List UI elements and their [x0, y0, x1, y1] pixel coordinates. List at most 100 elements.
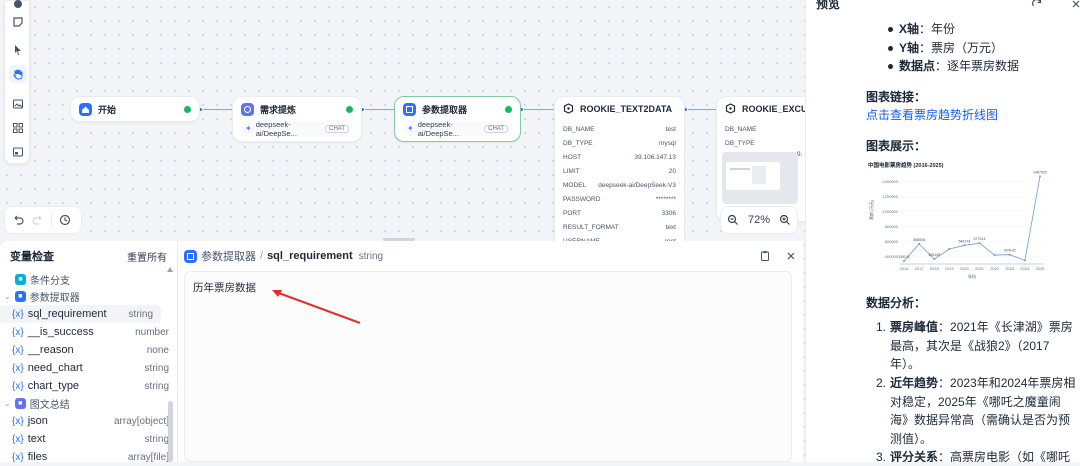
circle-icon[interactable]: [9, 0, 27, 13]
data-point: [948, 247, 951, 250]
param-value: test: [665, 125, 676, 133]
variable-item[interactable]: {x} __is_success number: [0, 323, 177, 341]
model-selector[interactable]: ✦ deepseek-ai/DeepSe... CHAT: [403, 120, 512, 138]
variable-icon: {x}: [12, 451, 24, 463]
variable-item[interactable]: {x} sql_requirement string: [0, 305, 161, 323]
bullet-label: Y轴: [899, 40, 920, 55]
data-label: 365149: [928, 253, 940, 257]
pointer-icon[interactable]: [9, 41, 27, 59]
variable-name: chart_type: [27, 380, 80, 392]
param-key: DB_TYPE: [725, 139, 755, 147]
variable-inspector: 变量检查 重置所有 ■ 条件分支 ⌄ ■ 参数提取器 {x} sql_requirement…: [0, 241, 178, 463]
minimap[interactable]: [722, 152, 798, 204]
analysis-item: 3. 评分关系：高票房电影（如《哪吒: [876, 448, 1076, 462]
zoom-level[interactable]: 72%: [748, 214, 770, 226]
redo-icon[interactable]: [31, 213, 45, 227]
note-icon[interactable]: [9, 13, 27, 31]
node-rookie-text2data[interactable]: ROOKIE_TEXT2DATA DB_NAME test DB_TYPE mysql…: [554, 96, 685, 256]
breadcrumb-separator: /: [260, 250, 264, 262]
x-tick-label: 2016: [900, 266, 910, 271]
data-point: [978, 241, 981, 244]
param-key: LIMIT: [563, 167, 580, 175]
variable-item[interactable]: {x} need_chart string: [0, 359, 177, 377]
item-text: ：高票房电影（如《哪吒: [938, 450, 1071, 462]
scroll-up-icon[interactable]: [167, 267, 173, 272]
variable-type: array[file]: [127, 451, 169, 463]
close-icon[interactable]: [785, 250, 797, 262]
preview-title: 预览: [816, 0, 841, 11]
y-tick-label: 1000000: [882, 209, 898, 214]
param-row: HOST 39.106.147.13: [563, 150, 676, 164]
node-parameter-extractor[interactable]: 参数提取器 ✦ deepseek-ai/DeepSe... CHAT: [394, 96, 521, 142]
bullet-label: 数据点: [899, 59, 936, 74]
chart-link[interactable]: 点击查看票房趋势折线图: [866, 106, 1076, 125]
variable-group[interactable]: ⌄ ■ 图文总结: [0, 395, 177, 412]
data-label: 577514: [974, 237, 986, 241]
param-row: PORT 3306: [563, 206, 676, 220]
variable-name: need_chart: [27, 362, 83, 374]
param-key: DB_TYPE: [563, 139, 593, 147]
item-number: 3.: [876, 450, 887, 462]
node-start[interactable]: 开始: [70, 96, 200, 122]
param-key: RESULT_FORMAT: [563, 223, 619, 231]
extractor-icon: [403, 102, 416, 116]
param-row: MODEL deepseek-ai/DeepSeek-V3: [563, 178, 676, 192]
data-point: [963, 243, 966, 246]
box-office-chart[interactable]: 中国电影票房趋势 (2016-2025) 票房 (万元) 年份 1400000 1200…: [866, 157, 1048, 286]
undo-icon[interactable]: [11, 213, 25, 227]
edge: [521, 109, 554, 110]
node-title: ROOKIE_TEXT2DATA: [580, 104, 673, 114]
refresh-icon[interactable]: [1031, 0, 1043, 10]
scrollbar[interactable]: [168, 401, 173, 462]
minimap-icon[interactable]: [9, 143, 27, 161]
data-label: 568006: [913, 237, 925, 241]
x-tick-label: 2025: [1036, 266, 1046, 271]
param-value: 39.106.147.13: [634, 153, 676, 161]
model-selector[interactable]: ✦ deepseek-ai/DeepSe... CHAT: [241, 120, 353, 138]
hand-icon[interactable]: [9, 65, 27, 83]
y-axis-label: 票房 (万元): [868, 199, 874, 219]
close-icon[interactable]: [1070, 0, 1080, 10]
variable-item[interactable]: {x} chart_type string: [0, 377, 177, 395]
variable-item[interactable]: {x} text string: [0, 430, 177, 448]
variable-item[interactable]: {x} __reason none: [0, 341, 177, 359]
x-tick-label: 2023: [1005, 266, 1015, 271]
layout-icon[interactable]: [9, 119, 27, 137]
reset-all-button[interactable]: 重置所有: [127, 249, 167, 264]
data-point: [1023, 258, 1026, 261]
zoom-out-icon[interactable]: [727, 214, 739, 226]
variable-list: ■ 条件分支 ⌄ ■ 参数提取器 {x} sql_requirement string {x} _…: [0, 271, 177, 466]
history-icon[interactable]: [58, 213, 72, 227]
data-point: [918, 242, 921, 245]
param-key: PASSWORD: [563, 195, 601, 203]
param-row: LIMIT 20: [563, 164, 676, 178]
x-tick-label: 2024: [1020, 266, 1030, 271]
zoom-in-icon[interactable]: [779, 214, 791, 226]
variable-group[interactable]: ⌄ ■ 参数提取器: [0, 288, 177, 305]
node-requirement[interactable]: 需求提炼 ✦ deepseek-ai/DeepSe... CHAT: [232, 96, 362, 142]
copy-icon[interactable]: [759, 250, 771, 262]
variable-icon: {x}: [12, 308, 24, 320]
x-tick-label: 2022: [990, 266, 1000, 271]
data-label: 424142: [1004, 248, 1016, 252]
group-name: 图文总结: [29, 400, 70, 411]
variable-item[interactable]: {x} json array[object]: [0, 412, 177, 430]
link-heading: 图表链接：: [866, 89, 927, 104]
variable-type: number: [135, 326, 169, 338]
y-tick-label: 400000: [885, 254, 899, 259]
series-line: [903, 175, 1041, 261]
param-key: MODEL: [563, 181, 587, 189]
image-icon[interactable]: [9, 95, 27, 113]
bullet-dot: [888, 64, 893, 70]
success-icon: [505, 105, 512, 113]
y-tick-label: 1400000: [882, 179, 898, 184]
variable-value: 历年票房数据: [193, 282, 256, 294]
variable-name: __reason: [27, 344, 74, 356]
variable-group[interactable]: ■ 条件分支: [0, 271, 177, 288]
data-label: 1467520: [1033, 170, 1047, 174]
node-title: 参数提取器: [422, 104, 468, 115]
variable-item[interactable]: {x} files array[file]: [0, 448, 177, 466]
variable-type: none: [146, 344, 169, 356]
param-value: ********: [655, 195, 676, 203]
node-params: DB_NAME DB_TYPE: [717, 121, 805, 151]
